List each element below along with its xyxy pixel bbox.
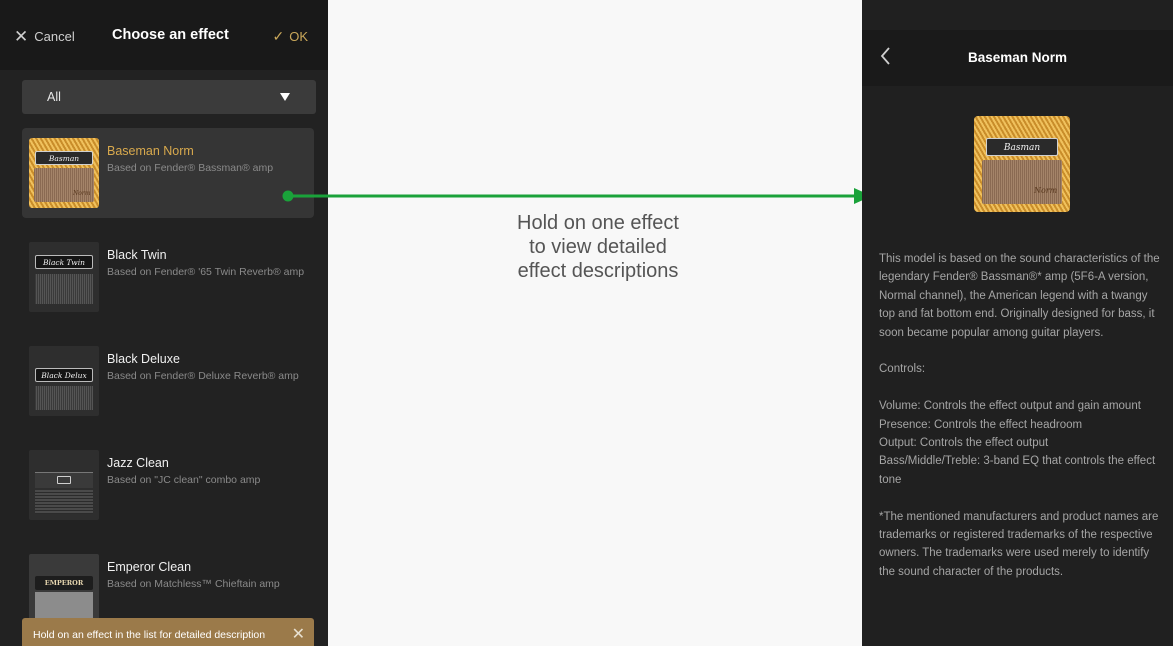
baseman-norm-amp-image: Basman Norm <box>974 116 1070 212</box>
effect-description: Based on Fender® '65 Twin Reverb® amp <box>107 266 305 278</box>
amp-grille <box>35 592 93 618</box>
effect-name: Emperor Clean <box>107 560 192 574</box>
amp-sub-label: Norm <box>73 190 91 197</box>
effect-item-black-deluxe[interactable]: Black Delux Black Deluxe Based on Fender… <box>22 336 314 426</box>
effect-name: Jazz Clean <box>107 456 169 470</box>
filter-selected-value: All <box>47 90 61 104</box>
control-presence: Presence: Controls the effect headroom <box>879 418 1083 431</box>
amp-plate: Basman <box>35 151 93 165</box>
control-eq: Bass/Middle/Treble: 3-band EQ that contr… <box>879 455 1156 486</box>
baseman-norm-amp-thumbnail: Basman Norm <box>29 138 99 208</box>
callout-arrow <box>282 188 872 204</box>
category-filter-dropdown[interactable]: All <box>22 80 316 114</box>
ok-button[interactable]: ✓ OK <box>272 26 308 46</box>
hint-text: Hold on an effect in the list for detail… <box>33 629 266 641</box>
annotation-caption: Hold on one effect to view detailed effe… <box>517 212 679 282</box>
effect-item-jazz-clean[interactable]: Jazz Clean Based on "JC clean" combo amp <box>22 440 314 530</box>
amp-plate: EMPEROR <box>35 576 93 590</box>
amp-plate: Basman <box>986 138 1058 156</box>
chooser-title: Choose an effect <box>112 27 229 43</box>
detail-intro: This model is based on the sound charact… <box>879 253 1160 339</box>
amp-grille <box>35 274 93 304</box>
control-volume: Volume: Controls the effect output and g… <box>879 400 1141 413</box>
effect-item-baseman-norm[interactable]: Basman Norm Baseman Norm Based on Fender… <box>22 128 314 218</box>
amp-grille <box>35 490 93 514</box>
check-icon: ✓ <box>272 27 285 44</box>
effect-description: Based on Fender® Bassman® amp <box>107 162 274 174</box>
effect-name: Black Deluxe <box>107 352 180 366</box>
amp-grille <box>982 160 1062 204</box>
detail-header: Baseman Norm <box>862 30 1173 86</box>
amp-sub-label: Norm <box>1034 186 1058 195</box>
effect-item-black-twin[interactable]: Black Twin Black Twin Based on Fender® '… <box>22 232 314 322</box>
amp-plate: Black Delux <box>35 368 93 382</box>
black-deluxe-amp-thumbnail: Black Delux <box>29 346 99 416</box>
amp-plate: Black Twin <box>35 255 93 269</box>
emperor-clean-amp-thumbnail: EMPEROR <box>29 554 99 624</box>
effect-name: Baseman Norm <box>107 144 194 158</box>
effect-description: Based on Matchless™ Chieftain amp <box>107 578 280 590</box>
effect-description: Based on Fender® Deluxe Reverb® amp <box>107 370 299 382</box>
controls-heading: Controls: <box>879 363 926 376</box>
effect-description: Based on "JC clean" combo amp <box>107 474 261 486</box>
effect-name: Black Twin <box>107 248 167 262</box>
jc-logo-icon <box>57 476 71 484</box>
trademark-disclaimer: *The mentioned manufacturers and product… <box>879 510 1159 578</box>
amp-grille <box>35 386 93 410</box>
ok-label: OK <box>289 28 308 44</box>
detail-title: Baseman Norm <box>967 50 1068 65</box>
close-icon: ✕ <box>14 26 29 46</box>
chooser-header: ✕ Cancel Choose an effect ✓ OK <box>0 0 328 70</box>
amp-control-panel <box>35 472 93 488</box>
cancel-button[interactable]: ✕ Cancel <box>14 26 75 46</box>
hint-banner: Hold on an effect in the list for detail… <box>22 618 314 646</box>
jazz-clean-amp-thumbnail <box>29 450 99 520</box>
close-hint-icon[interactable]: ✕ <box>292 625 305 645</box>
detail-description: This model is based on the sound charact… <box>879 250 1165 581</box>
effect-chooser-screen: ✕ Cancel Choose an effect ✓ OK All Basma… <box>0 0 328 646</box>
black-twin-amp-thumbnail: Black Twin <box>29 242 99 312</box>
effect-detail-screen: Baseman Norm Basman Norm This model is b… <box>862 0 1173 646</box>
control-output: Output: Controls the effect output <box>879 437 1049 450</box>
caret-down-icon <box>280 93 290 101</box>
chooser-body: All Basman Norm Baseman Norm Based on Fe… <box>0 70 328 646</box>
cancel-label: Cancel <box>34 28 75 44</box>
